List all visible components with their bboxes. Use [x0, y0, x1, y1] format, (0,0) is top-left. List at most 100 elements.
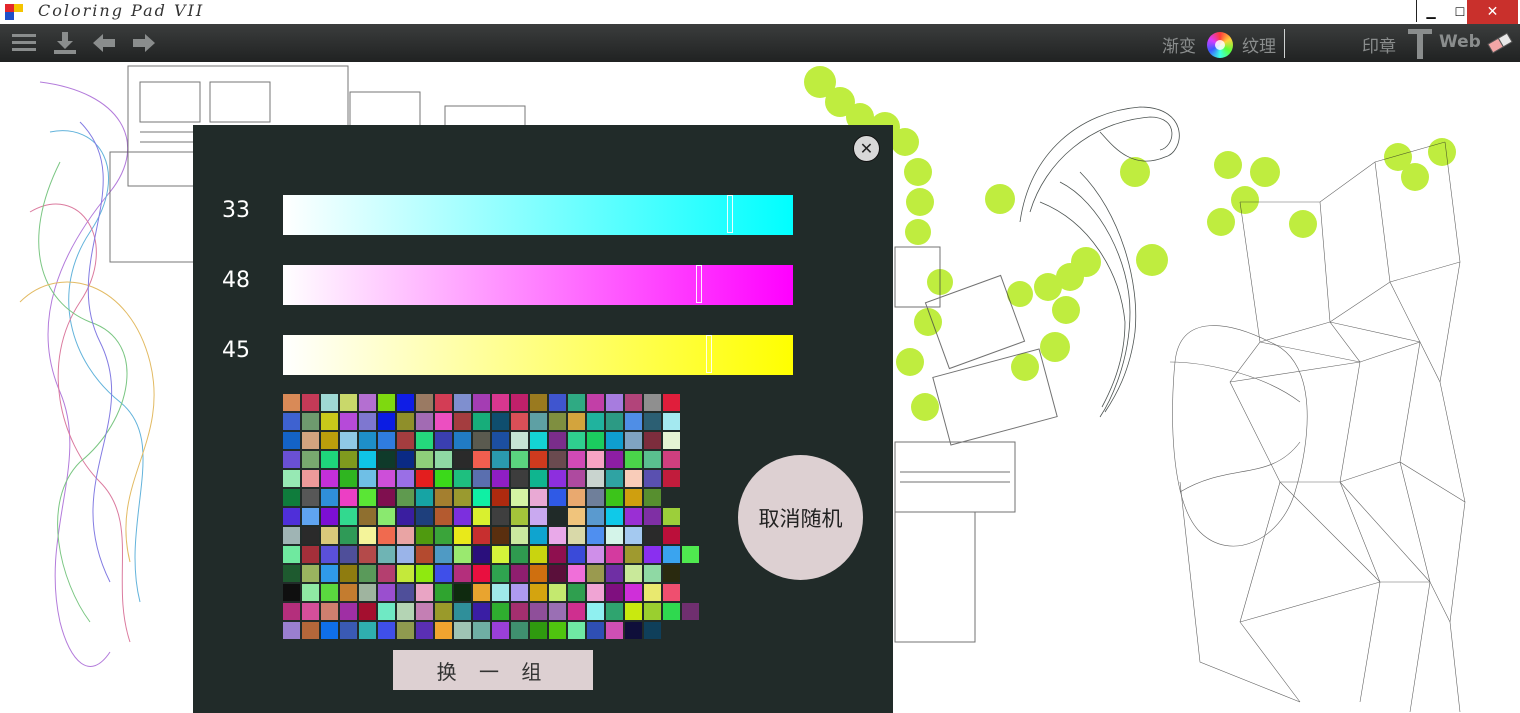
palette-swatch[interactable] [568, 489, 585, 506]
palette-swatch[interactable] [378, 508, 395, 525]
palette-swatch[interactable] [321, 603, 338, 620]
palette-swatch[interactable] [625, 584, 642, 601]
palette-swatch[interactable] [549, 546, 566, 563]
palette-swatch[interactable] [473, 603, 490, 620]
palette-swatch[interactable] [435, 508, 452, 525]
palette-swatch[interactable] [663, 413, 680, 430]
swap-palette-button[interactable]: 换 一 组 [393, 650, 593, 690]
palette-swatch[interactable] [454, 546, 471, 563]
palette-swatch[interactable] [397, 451, 414, 468]
palette-swatch[interactable] [473, 565, 490, 582]
palette-swatch[interactable] [378, 603, 395, 620]
palette-swatch[interactable] [321, 565, 338, 582]
palette-swatch[interactable] [340, 413, 357, 430]
palette-swatch[interactable] [359, 451, 376, 468]
palette-swatch[interactable] [625, 508, 642, 525]
palette-swatch[interactable] [397, 603, 414, 620]
dialog-close-button[interactable]: ✕ [853, 135, 880, 162]
palette-swatch[interactable] [644, 603, 661, 620]
palette-swatch[interactable] [549, 527, 566, 544]
palette-swatch[interactable] [340, 546, 357, 563]
palette-swatch[interactable] [416, 622, 433, 639]
palette-swatch[interactable] [435, 622, 452, 639]
palette-swatch[interactable] [359, 470, 376, 487]
palette-swatch[interactable] [454, 508, 471, 525]
palette-swatch[interactable] [454, 603, 471, 620]
palette-swatch[interactable] [587, 603, 604, 620]
palette-swatch[interactable] [378, 584, 395, 601]
palette-swatch[interactable] [511, 527, 528, 544]
palette-swatch[interactable] [492, 470, 509, 487]
palette-swatch[interactable] [378, 565, 395, 582]
yellow-slider-thumb[interactable] [706, 335, 713, 373]
palette-swatch[interactable] [587, 508, 604, 525]
palette-swatch[interactable] [511, 413, 528, 430]
palette-swatch[interactable] [625, 394, 642, 411]
palette-swatch[interactable] [625, 527, 642, 544]
palette-swatch[interactable] [359, 565, 376, 582]
minimize-button[interactable]: ▁ [1418, 0, 1444, 24]
palette-swatch[interactable] [397, 508, 414, 525]
palette-swatch[interactable] [416, 489, 433, 506]
palette-swatch[interactable] [587, 413, 604, 430]
palette-swatch[interactable] [644, 565, 661, 582]
palette-swatch[interactable] [549, 451, 566, 468]
palette-swatch[interactable] [663, 489, 680, 506]
palette-swatch[interactable] [644, 413, 661, 430]
undo-arrow-icon[interactable] [91, 30, 117, 56]
palette-swatch[interactable] [663, 527, 680, 544]
palette-swatch[interactable] [530, 584, 547, 601]
texture-button[interactable]: 纹理 [1242, 32, 1276, 57]
palette-swatch[interactable] [549, 508, 566, 525]
palette-swatch[interactable] [454, 394, 471, 411]
palette-swatch[interactable] [283, 527, 300, 544]
palette-swatch[interactable] [283, 470, 300, 487]
palette-swatch[interactable] [549, 584, 566, 601]
palette-swatch[interactable] [416, 565, 433, 582]
palette-swatch[interactable] [492, 451, 509, 468]
palette-swatch[interactable] [682, 603, 699, 620]
palette-swatch[interactable] [644, 489, 661, 506]
palette-swatch[interactable] [568, 451, 585, 468]
palette-swatch[interactable] [378, 527, 395, 544]
palette-swatch[interactable] [530, 394, 547, 411]
gradient-button[interactable]: 渐变 [1162, 32, 1196, 57]
palette-swatch[interactable] [321, 546, 338, 563]
palette-swatch[interactable] [568, 413, 585, 430]
palette-swatch[interactable] [473, 413, 490, 430]
palette-swatch[interactable] [359, 622, 376, 639]
palette-swatch[interactable] [321, 470, 338, 487]
palette-swatch[interactable] [587, 451, 604, 468]
palette-swatch[interactable] [587, 432, 604, 449]
palette-swatch[interactable] [606, 584, 623, 601]
palette-swatch[interactable] [587, 584, 604, 601]
palette-swatch[interactable] [568, 546, 585, 563]
palette-swatch[interactable] [359, 603, 376, 620]
palette-swatch[interactable] [663, 451, 680, 468]
palette-swatch[interactable] [283, 489, 300, 506]
palette-swatch[interactable] [644, 622, 661, 639]
palette-swatch[interactable] [644, 527, 661, 544]
palette-swatch[interactable] [492, 527, 509, 544]
palette-swatch[interactable] [549, 603, 566, 620]
palette-swatch[interactable] [625, 622, 642, 639]
palette-swatch[interactable] [663, 394, 680, 411]
palette-swatch[interactable] [283, 451, 300, 468]
palette-swatch[interactable] [473, 470, 490, 487]
palette-swatch[interactable] [473, 394, 490, 411]
palette-swatch[interactable] [625, 413, 642, 430]
palette-swatch[interactable] [321, 413, 338, 430]
palette-swatch[interactable] [302, 622, 319, 639]
palette-swatch[interactable] [682, 622, 699, 639]
palette-swatch[interactable] [473, 622, 490, 639]
palette-swatch[interactable] [302, 584, 319, 601]
palette-swatch[interactable] [511, 451, 528, 468]
palette-swatch[interactable] [416, 546, 433, 563]
palette-swatch[interactable] [340, 394, 357, 411]
palette-swatch[interactable] [682, 546, 699, 563]
palette-swatch[interactable] [321, 527, 338, 544]
palette-swatch[interactable] [416, 413, 433, 430]
palette-swatch[interactable] [568, 622, 585, 639]
palette-swatch[interactable] [416, 584, 433, 601]
palette-swatch[interactable] [416, 603, 433, 620]
